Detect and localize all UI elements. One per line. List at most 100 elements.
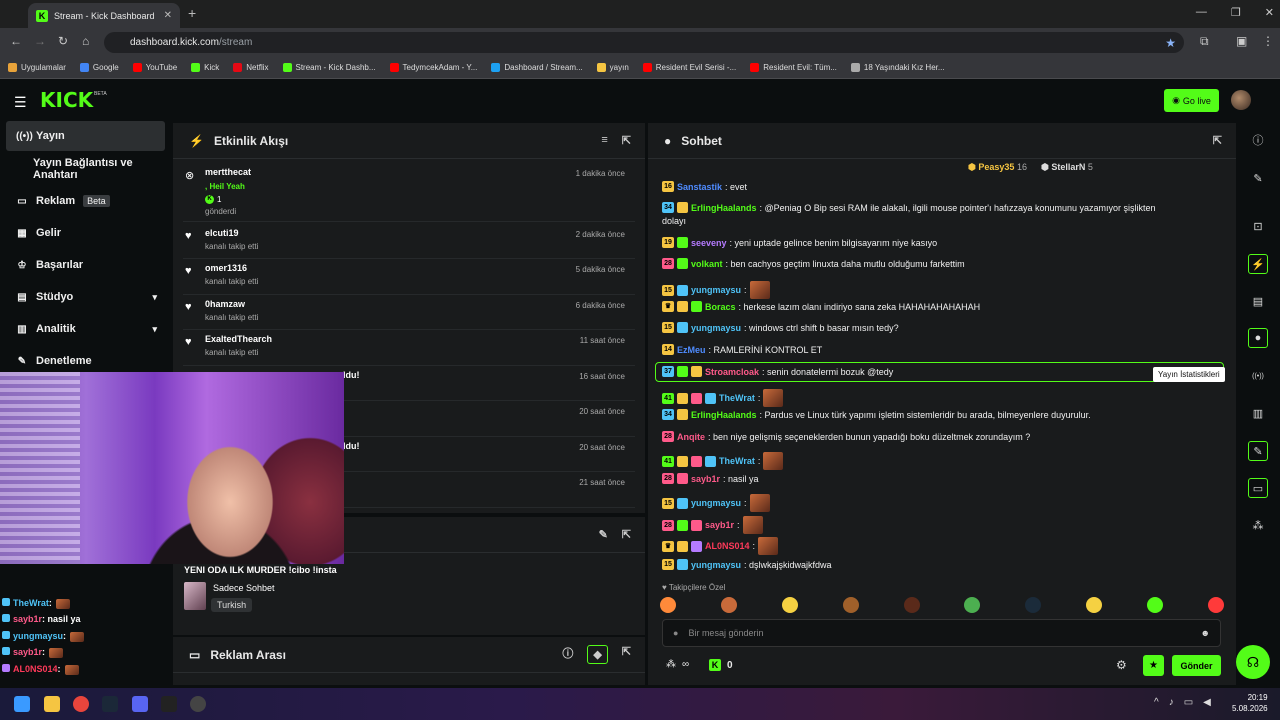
browser-menu-icon[interactable]: ⋮ <box>1262 34 1274 48</box>
document-icon[interactable]: ▤ <box>1248 291 1268 311</box>
emote-icon[interactable] <box>903 597 920 613</box>
window-close-icon[interactable]: ✕ <box>1265 6 1274 19</box>
bookmark-item[interactable]: Resident Evil: Tüm... <box>750 63 837 72</box>
emote-icon[interactable] <box>660 597 676 613</box>
popout-icon[interactable]: ⇱ <box>622 134 631 147</box>
chevron-up-icon[interactable]: ^ <box>1154 697 1159 708</box>
windows-start-icon[interactable] <box>14 696 30 712</box>
chat-message[interactable]: 15 yungmaysu: dşlwkajşkidwajkfdwa <box>662 559 832 570</box>
tab-close-icon[interactable]: ✕ <box>164 10 172 21</box>
chat-username[interactable]: seeveny <box>691 238 727 248</box>
sidebar-item-2[interactable]: Yayın Bağlantısı ve Anahtarı <box>6 154 165 184</box>
chrome-icon[interactable] <box>73 696 89 712</box>
emote-icon[interactable] <box>1207 597 1224 613</box>
chat-message[interactable]: 16 Sanstastik: evet <box>662 181 747 192</box>
popout-icon[interactable]: ⇱ <box>622 528 631 541</box>
support-headset-icon[interactable]: ☊ <box>1236 645 1270 679</box>
bookmark-item[interactable]: Dashboard / Stream... <box>491 63 583 72</box>
sidebar-item-4[interactable]: ▦ Gelir <box>6 218 165 248</box>
bookmark-item[interactable]: Uygulamalar <box>8 63 66 72</box>
chevron-down-icon[interactable]: ▾ <box>152 292 157 303</box>
go-live-button[interactable]: ◉ Go live <box>1164 89 1219 112</box>
bookmark-item[interactable]: yayın <box>596 63 629 72</box>
chat-username[interactable]: yungmaysu <box>691 323 741 333</box>
profile-icon[interactable]: ▣ <box>1236 34 1247 48</box>
chat-username[interactable]: ErlingHaalands <box>691 410 757 420</box>
back-icon[interactable]: ← <box>10 34 22 48</box>
emote-icon[interactable] <box>781 597 798 613</box>
chat-input[interactable]: ● Bir mesaj gönderin ☻ <box>662 619 1221 647</box>
sidebar-item-7[interactable]: ▥ Analitik ▾ <box>6 314 165 344</box>
sidebar-item-6[interactable]: ▤ Stüdyo ▾ <box>6 282 165 312</box>
chat-message[interactable]: ♛ AL0NS014: <box>662 537 779 555</box>
chat-message[interactable]: 28 sayb1r: nasil ya <box>662 473 759 484</box>
window-icon[interactable]: ▭ <box>1248 478 1268 498</box>
emote-icon[interactable] <box>1086 597 1103 613</box>
bookmark-item[interactable]: TedymcekAdam - Y... <box>389 63 477 72</box>
chat-message[interactable]: 41 TheWrat: <box>662 389 784 407</box>
ad-settings-icon[interactable]: ◆ <box>587 645 608 664</box>
kick-logo[interactable]: KICK <box>40 88 93 112</box>
info-icon[interactable]: ⓘ <box>1248 130 1268 150</box>
emote-icon[interactable] <box>1147 597 1163 613</box>
activity-event[interactable]: ⊗ mertthecat , Heil Yeah K 1 gönderdi 1 dakika… <box>183 163 635 222</box>
app-icon[interactable] <box>161 696 177 712</box>
top-gifter[interactable]: ⬢ StellarN 5 <box>1041 162 1093 173</box>
chat-message[interactable]: 34 ErlingHaalands: Pardus ve Linux türk y… <box>662 409 1091 420</box>
chat-username[interactable]: yungmaysu <box>691 498 741 508</box>
bookmark-item[interactable]: Kick <box>191 63 219 72</box>
chat-message[interactable]: 37 Stroamcloak: senin donatelermi bozuk @… <box>662 366 893 377</box>
chat-username[interactable]: Anqite <box>677 432 705 442</box>
wrench-icon[interactable]: ✎ <box>1248 441 1268 461</box>
activity-event[interactable]: ♥ 0hamzaw kanalı takip etti 6 dakika önce <box>183 295 635 330</box>
kick-send-icon[interactable]: ★ <box>1143 655 1164 676</box>
browser-tab[interactable]: K Stream - Kick Dashboard ✕ <box>28 3 180 28</box>
chat-username[interactable]: Sanstastik <box>677 182 722 192</box>
bookmark-item[interactable]: Resident Evil Serisi -... <box>642 63 736 72</box>
info-icon[interactable]: ⓘ <box>562 645 573 664</box>
broadcast-icon[interactable]: ((•)) <box>1248 366 1268 386</box>
microphone-icon[interactable]: ♪ <box>1169 697 1174 708</box>
reload-icon[interactable]: ↻ <box>58 34 68 48</box>
edit-icon[interactable]: ✎ <box>599 528 608 541</box>
avatar[interactable] <box>1231 90 1251 110</box>
chat-username[interactable]: yungmaysu <box>691 285 741 295</box>
bookmark-star-icon[interactable]: ★ <box>1165 36 1176 50</box>
sidebar-item-5[interactable]: ♔ Başarılar <box>6 250 165 280</box>
filter-icon[interactable]: ≡ <box>601 134 607 147</box>
volume-icon[interactable]: ◀ <box>1203 697 1211 708</box>
chat-username[interactable]: TheWrat <box>719 393 755 403</box>
minimize-icon[interactable]: — <box>1196 6 1207 19</box>
discord-icon[interactable] <box>132 696 148 712</box>
new-tab-icon[interactable]: + <box>188 5 196 21</box>
emoji-icon[interactable]: ☻ <box>1201 628 1210 638</box>
chat-message[interactable]: dolayı <box>662 216 686 226</box>
chat-message[interactable]: 14 EzMeu: RAMLERİNİ KONTROL ET <box>662 344 822 355</box>
bookmark-item[interactable]: 18 Yaşındaki Kız Her... <box>850 63 945 72</box>
top-gifter[interactable]: ⬢ Peasy35 16 <box>968 162 1027 173</box>
chat-message[interactable]: 34 ErlingHaalands: @Peniag O Bip sesi RAM… <box>662 202 1156 213</box>
home-icon[interactable]: ⌂ <box>82 34 89 48</box>
network-icon[interactable]: ▭ <box>1184 697 1193 708</box>
popout-icon[interactable]: ⇱ <box>622 645 631 664</box>
sidebar-item-1[interactable]: ((•)) Yayın <box>6 121 165 151</box>
extensions-icon[interactable]: ⧉ <box>1200 34 1209 49</box>
chat-bubble-icon[interactable]: ● <box>1248 328 1268 348</box>
chat-username[interactable]: sayb1r <box>705 520 734 530</box>
bookmark-item[interactable]: YouTube <box>132 63 177 72</box>
obs-icon[interactable] <box>190 696 206 712</box>
maximize-icon[interactable]: ❐ <box>1231 6 1241 19</box>
crop-icon[interactable]: ⊡ <box>1248 216 1268 236</box>
send-button[interactable]: Gönder <box>1172 655 1221 676</box>
chat-message[interactable]: ♛ Boracs: herkese lazım olanı indiriyo sa… <box>662 301 980 312</box>
chat-username[interactable]: Stroamcloak <box>705 367 759 377</box>
steam-icon[interactable] <box>102 696 118 712</box>
chat-username[interactable]: TheWrat <box>719 456 755 466</box>
chat-settings-gear-icon[interactable]: ⚙ <box>1116 658 1127 672</box>
chat-message[interactable]: 15 yungmaysu: windows ctrl shift b basar … <box>662 322 899 333</box>
taskbar-clock[interactable]: 20:19 5.08.2026 <box>1232 692 1268 714</box>
chat-username[interactable]: Boracs <box>705 302 736 312</box>
chat-message[interactable]: 41 TheWrat: <box>662 452 784 470</box>
emote-icon[interactable] <box>964 597 981 613</box>
emote-icon[interactable] <box>1025 597 1042 613</box>
